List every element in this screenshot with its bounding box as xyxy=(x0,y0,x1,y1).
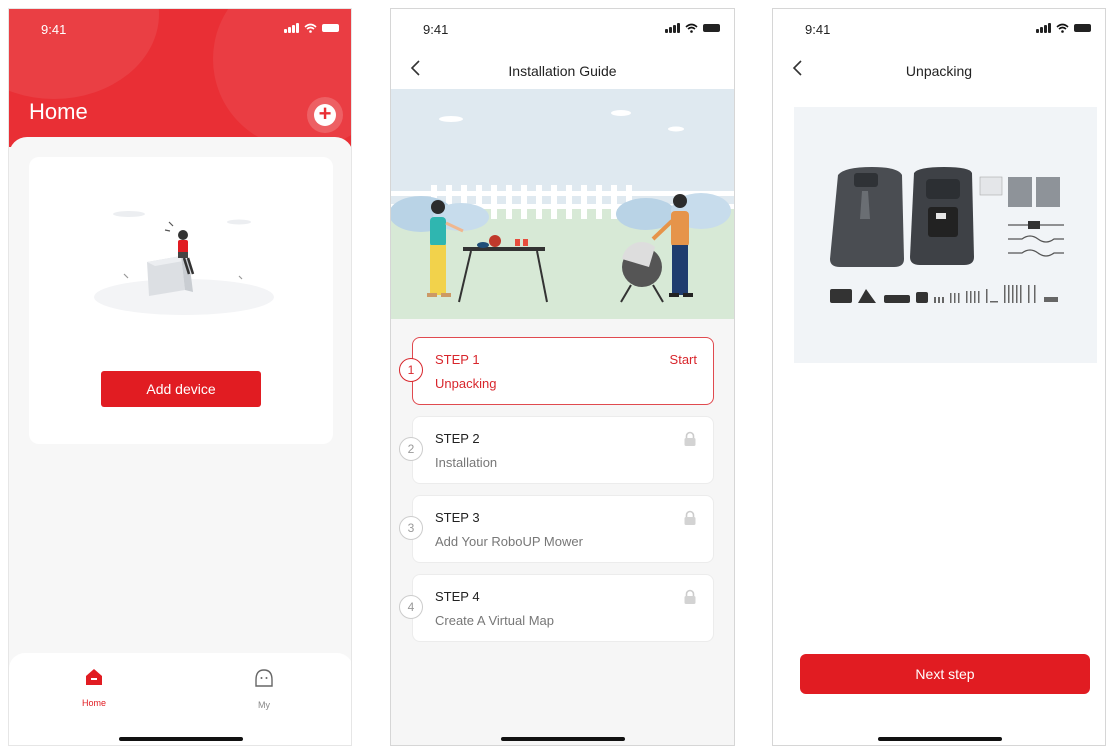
my-face-icon xyxy=(255,669,273,687)
status-time: 9:41 xyxy=(805,22,831,37)
package-contents-image xyxy=(794,107,1097,363)
signal-icon xyxy=(1036,22,1051,33)
lock-icon xyxy=(684,431,696,446)
battery-icon xyxy=(322,23,339,32)
add-device-button[interactable]: Add device xyxy=(101,371,261,407)
add-icon: + xyxy=(314,103,336,126)
add-button[interactable]: + xyxy=(307,97,343,133)
unpacking-screen: 9:41 Unpacking Next step xyxy=(772,8,1106,746)
wifi-icon xyxy=(1056,23,1069,33)
step-card-1[interactable]: 1 STEP 1 Unpacking Start xyxy=(399,337,714,405)
signal-icon xyxy=(284,22,299,33)
step-card-2: 2 STEP 2 Installation xyxy=(399,416,714,484)
step-card-4: 4 STEP 4 Create A Virtual Map xyxy=(399,574,714,642)
home-icon xyxy=(86,669,102,685)
step-description: Add Your RoboUP Mower xyxy=(435,534,583,549)
step-card-3: 3 STEP 3 Add Your RoboUP Mower xyxy=(399,495,714,563)
status-bar: 9:41 xyxy=(9,9,351,53)
step-title: STEP 2 xyxy=(435,431,480,446)
start-link[interactable]: Start xyxy=(670,352,697,367)
empty-device-card: Add device xyxy=(29,157,333,444)
page-title: Unpacking xyxy=(905,63,973,79)
next-step-button[interactable]: Next step xyxy=(800,654,1090,694)
lock-icon xyxy=(684,589,696,604)
status-bar: 9:41 xyxy=(773,9,1105,53)
step-number-2: 2 xyxy=(399,437,423,461)
signal-icon xyxy=(665,22,680,33)
tab-home[interactable]: Home xyxy=(54,667,134,708)
battery-icon xyxy=(1074,23,1091,32)
lock-icon xyxy=(684,510,696,525)
nav-bar: Unpacking xyxy=(773,53,1105,91)
installation-guide-screen: 9:41 Installation Guide 1 STEP 1 Unpacki… xyxy=(390,8,735,746)
status-bar: 9:41 xyxy=(391,9,734,53)
tab-bar: Home My xyxy=(9,653,351,745)
battery-icon xyxy=(703,23,720,32)
step-title: STEP 1 xyxy=(435,352,480,367)
step-title: STEP 4 xyxy=(435,589,480,604)
step-description: Unpacking xyxy=(435,376,497,391)
page-title: Installation Guide xyxy=(508,63,617,79)
step-number-3: 3 xyxy=(399,516,423,540)
step-description: Create A Virtual Map xyxy=(435,613,554,628)
page-title: Home xyxy=(29,99,88,124)
step-number-4: 4 xyxy=(399,595,423,619)
tab-home-label: Home xyxy=(81,698,106,708)
tab-my-label: My xyxy=(258,700,270,710)
step-description: Installation xyxy=(435,455,498,470)
step-number-1: 1 xyxy=(399,358,423,382)
nav-bar: Installation Guide xyxy=(391,53,734,91)
home-indicator xyxy=(878,737,1002,741)
wifi-icon xyxy=(304,23,317,33)
wifi-icon xyxy=(685,23,698,33)
home-indicator xyxy=(119,737,243,741)
home-indicator xyxy=(501,737,625,741)
step-title: STEP 3 xyxy=(435,510,480,525)
guide-banner-illustration xyxy=(391,89,734,319)
status-time: 9:41 xyxy=(423,22,449,37)
empty-state-illustration xyxy=(94,211,274,315)
home-screen: 9:41 Home + Add device Home My xyxy=(8,8,352,746)
tab-my[interactable]: My xyxy=(224,667,304,710)
status-time: 9:41 xyxy=(41,22,67,37)
home-header: 9:41 Home + xyxy=(9,9,351,147)
